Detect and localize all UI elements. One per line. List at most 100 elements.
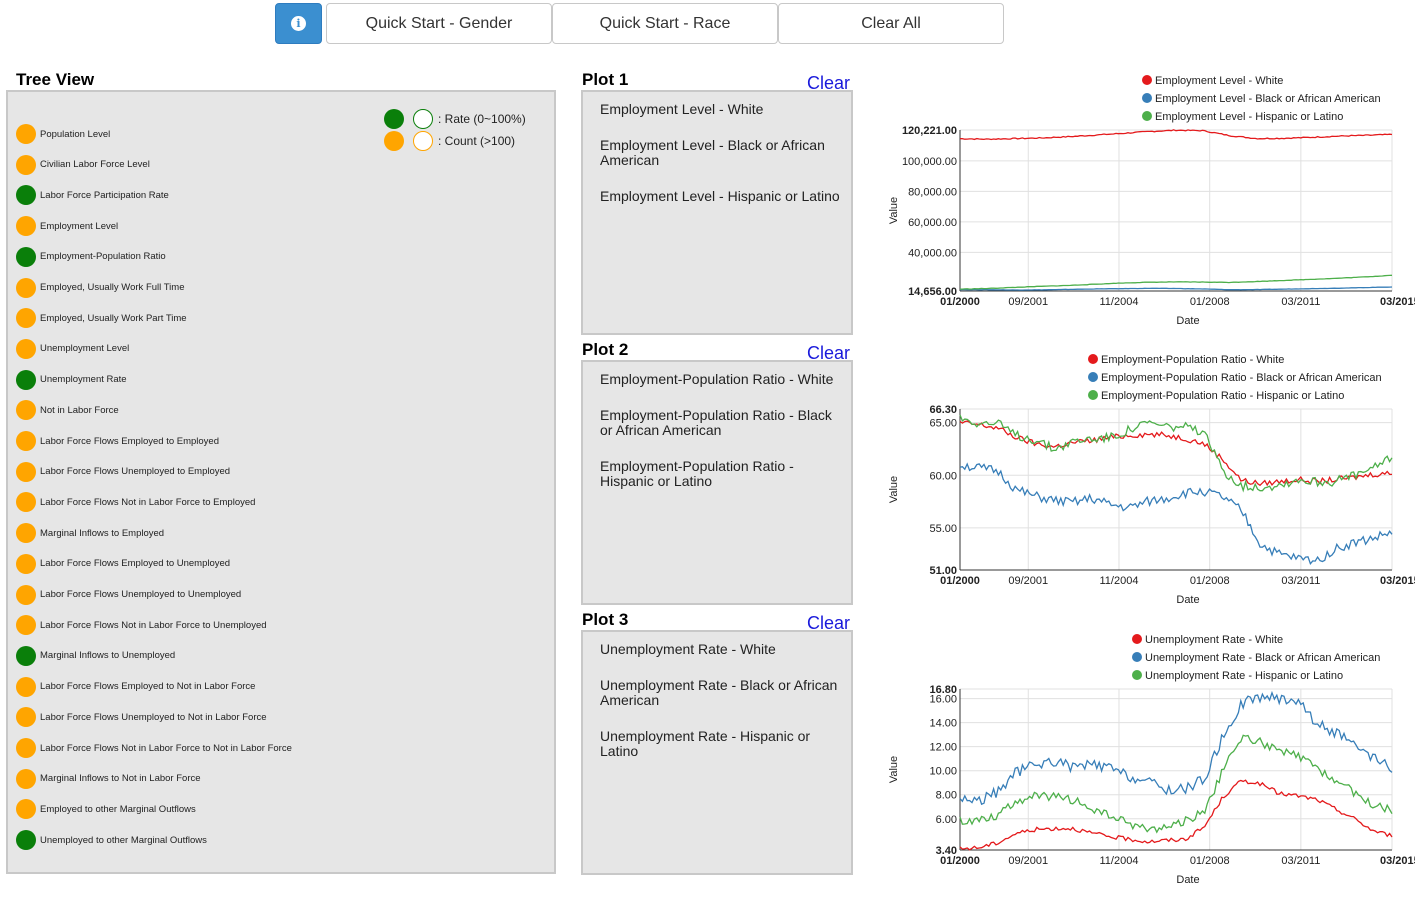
rate-dot-icon[interactable] xyxy=(16,645,36,666)
tree-item-label: Labor Force Flows Not in Labor Force to … xyxy=(40,619,267,631)
rate-dot-icon[interactable] xyxy=(16,369,36,390)
x-tick-label: 03/2011 xyxy=(1281,296,1320,308)
x-tick-label: 11/2004 xyxy=(1099,575,1138,587)
quick-start-race-button[interactable]: Quick Start - Race xyxy=(552,3,778,44)
x-tick-label: 03/2015 xyxy=(1380,296,1415,308)
count-dot-icon[interactable] xyxy=(16,523,36,544)
legend-swatch xyxy=(1132,670,1142,680)
count-dot-icon[interactable] xyxy=(16,338,36,359)
tree-item-label: Unemployment Level xyxy=(40,343,130,355)
tree-item-label: Unemployment Rate xyxy=(40,374,127,386)
count-dot-icon[interactable] xyxy=(16,492,36,513)
plot3-item-white[interactable]: Unemployment Rate - White xyxy=(600,642,841,657)
tree-item[interactable]: Labor Force Flows Unemployed to Employed xyxy=(16,461,230,482)
plot2-item-white[interactable]: Employment-Population Ratio - White xyxy=(600,372,841,387)
count-dot-icon[interactable] xyxy=(16,707,36,728)
legend-count-label: : Count (>100) xyxy=(438,134,516,148)
count-dot-icon[interactable] xyxy=(16,676,36,697)
tree-item-label: Marginal Inflows to Not in Labor Force xyxy=(40,773,201,785)
count-dot-icon[interactable] xyxy=(16,431,36,451)
count-dot-icon[interactable] xyxy=(16,768,36,789)
count-dot-icon[interactable] xyxy=(16,799,36,820)
tree-legend: : Rate (0~100%) : Count (>100) xyxy=(384,108,526,152)
legend-swatch xyxy=(1088,372,1098,382)
count-dot-icon[interactable] xyxy=(16,124,36,144)
info-button[interactable]: i xyxy=(275,3,322,44)
tree-item[interactable]: Employment Level xyxy=(16,216,118,237)
x-tick-label: 03/2015 xyxy=(1380,855,1415,867)
tree-item[interactable]: Labor Force Flows Employed to Employed xyxy=(16,431,219,451)
tree-item[interactable]: Labor Force Flows Employed to Not in Lab… xyxy=(16,676,255,697)
tree-item[interactable]: Labor Force Participation Rate xyxy=(16,185,169,206)
y-axis-label: Value xyxy=(888,476,900,503)
tree-item[interactable]: Labor Force Flows Not in Labor Force to … xyxy=(16,615,267,636)
tree-item[interactable]: Unemployment Rate xyxy=(16,369,127,390)
x-tick-label: 11/2004 xyxy=(1099,296,1138,308)
y-axis-label: Value xyxy=(888,756,900,783)
tree-item[interactable]: Unemployed to other Marginal Outflows xyxy=(16,830,207,851)
y-tick-label: 16.80 xyxy=(929,684,957,696)
tree-item[interactable]: Not in Labor Force xyxy=(16,400,119,421)
plot1-item-black[interactable]: Employment Level - Black or African Amer… xyxy=(600,138,841,168)
series-line xyxy=(960,274,1393,290)
legend-swatch xyxy=(1088,354,1098,364)
count-dot-icon[interactable] xyxy=(16,738,36,758)
chart-unemployment-rate: Unemployment Rate - White Unemployment Ra… xyxy=(888,634,1415,886)
x-tick-label: 03/2015 xyxy=(1380,575,1415,587)
plot3-item-black[interactable]: Unemployment Rate - Black or African Ame… xyxy=(600,678,841,708)
legend-swatch xyxy=(1132,652,1142,662)
clear-all-button[interactable]: Clear All xyxy=(778,3,1004,44)
x-axis-label: Date xyxy=(1176,874,1199,886)
tree-item[interactable]: Labor Force Flows Unemployed to Unemploy… xyxy=(16,584,241,605)
plot1-item-white[interactable]: Employment Level - White xyxy=(600,102,841,117)
x-tick-label: 01/2008 xyxy=(1190,296,1230,308)
rate-dot-icon[interactable] xyxy=(16,246,36,267)
tree-item[interactable]: Marginal Inflows to Not in Labor Force xyxy=(16,768,201,789)
plot2-item-black[interactable]: Employment-Population Ratio - Black or A… xyxy=(600,408,841,438)
x-tick-label: 09/2001 xyxy=(1008,296,1048,308)
tree-item[interactable]: Labor Force Flows Not in Labor Force to … xyxy=(16,492,255,513)
count-dot-icon[interactable] xyxy=(16,553,36,574)
tree-item[interactable]: Labor Force Flows Not in Labor Force to … xyxy=(16,738,292,758)
tree-item[interactable]: Employed, Usually Work Full Time xyxy=(16,277,184,298)
tree-item[interactable]: Labor Force Flows Employed to Unemployed xyxy=(16,553,231,574)
tree-item[interactable]: Population Level xyxy=(16,124,110,144)
tree-item-label: Labor Force Flows Employed to Unemployed xyxy=(40,558,231,570)
x-tick-label: 01/2000 xyxy=(940,296,980,308)
tree-item-label: Employed, Usually Work Part Time xyxy=(40,312,187,324)
rate-dot-icon[interactable] xyxy=(16,185,36,206)
count-dot-icon[interactable] xyxy=(16,277,36,298)
plot1-item-hispanic[interactable]: Employment Level - Hispanic or Latino xyxy=(600,189,841,204)
tree-item[interactable]: Unemployment Level xyxy=(16,338,130,359)
rate-dot-icon[interactable] xyxy=(16,830,36,851)
tree-item[interactable]: Employed, Usually Work Part Time xyxy=(16,308,187,329)
y-tick-label: 66.30 xyxy=(929,404,957,416)
plot3-panel: Unemployment Rate - White Unemployment R… xyxy=(581,630,853,875)
count-dot-icon[interactable] xyxy=(16,615,36,636)
count-dot-icon[interactable] xyxy=(16,461,36,482)
count-hollow-icon xyxy=(413,131,433,151)
toolbar: i Quick Start - Gender Quick Start - Rac… xyxy=(275,3,1004,44)
plot3-item-hispanic[interactable]: Unemployment Rate - Hispanic or Latino xyxy=(600,729,841,759)
tree-item[interactable]: Employment-Population Ratio xyxy=(16,246,166,267)
count-dot-icon[interactable] xyxy=(16,308,36,329)
quick-start-gender-button[interactable]: Quick Start - Gender xyxy=(326,3,552,44)
tree-item-label: Labor Force Flows Unemployed to Not in L… xyxy=(40,711,267,723)
count-dot-icon[interactable] xyxy=(16,400,36,421)
plot1-panel: Employment Level - White Employment Leve… xyxy=(581,90,853,335)
count-dot-icon[interactable] xyxy=(16,584,36,605)
count-dot-icon[interactable] xyxy=(16,216,36,237)
tree-item[interactable]: Labor Force Flows Unemployed to Not in L… xyxy=(16,707,267,728)
tree-item[interactable]: Civilian Labor Force Level xyxy=(16,154,150,175)
x-tick-label: 01/2000 xyxy=(940,575,980,587)
tree-item[interactable]: Employed to other Marginal Outflows xyxy=(16,799,196,820)
y-tick-label: 60.00 xyxy=(929,470,957,482)
tree-item-label: Labor Force Participation Rate xyxy=(40,189,169,201)
plot2-item-hispanic[interactable]: Employment-Population Ratio - Hispanic o… xyxy=(600,459,841,489)
tree-item[interactable]: Marginal Inflows to Employed xyxy=(16,523,164,544)
tree-item[interactable]: Marginal Inflows to Unemployed xyxy=(16,645,175,666)
y-tick-label: 40,000.00 xyxy=(908,247,957,259)
series-line xyxy=(960,129,1393,141)
count-dot-icon[interactable] xyxy=(16,154,36,175)
x-tick-label: 03/2011 xyxy=(1281,855,1320,867)
